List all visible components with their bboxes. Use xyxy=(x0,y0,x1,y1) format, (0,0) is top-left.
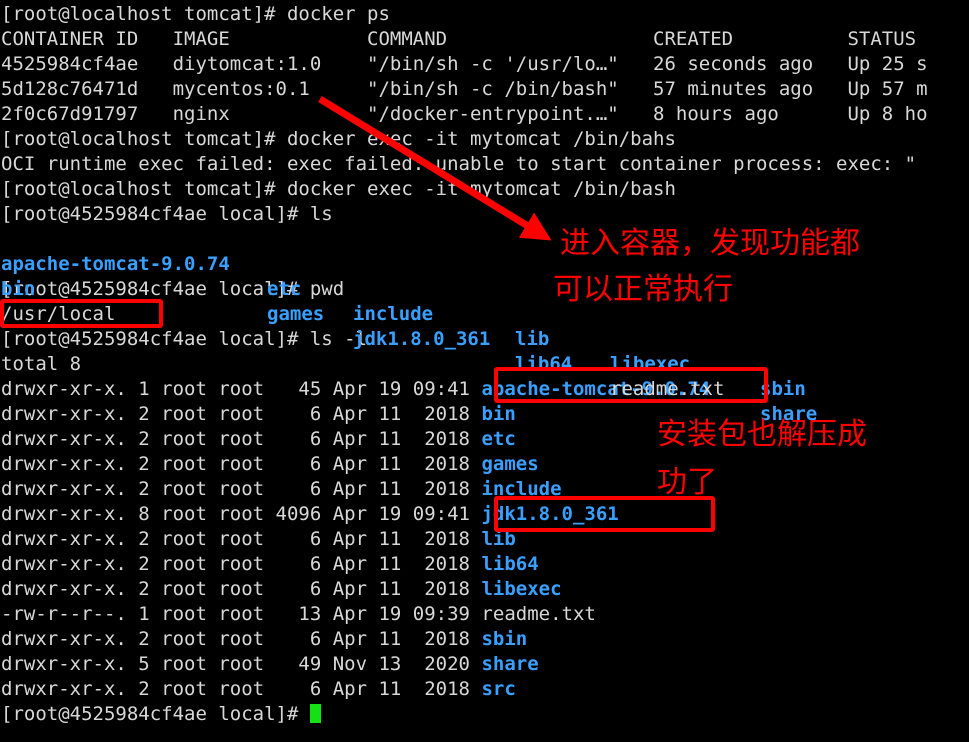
terminal-line-prompt-ls: [root@4525984cf4ae local]# ls xyxy=(0,202,969,227)
line-meta: drwxr-xr-x. 1 root root 45 Apr 19 09:41 xyxy=(1,378,482,400)
terminal-line-lsl-etc: drwxr-xr-x. 2 root root 6 Apr 11 2018 et… xyxy=(0,427,969,452)
terminal-line-ls-row1: apache-tomcat-9.0.74 etc include lib lib… xyxy=(0,227,969,400)
line-text: [root@localhost tomcat]# docker ps xyxy=(1,3,390,25)
line-meta: drwxr-xr-x. 2 root root 6 Apr 11 2018 xyxy=(1,428,482,450)
ls-entry-libexec: libexec xyxy=(610,353,691,375)
line-meta: drwxr-xr-x. 2 root root 6 Apr 11 2018 xyxy=(1,578,482,600)
line-text: 4525984cf4ae diytomcat:1.0 "/bin/sh -c '… xyxy=(1,53,928,75)
ls-entry-share: share xyxy=(760,403,818,425)
ls-entry-sbin: sbin xyxy=(760,378,806,400)
terminal-line-lsl-lib64: drwxr-xr-x. 2 root root 6 Apr 11 2018 li… xyxy=(0,552,969,577)
terminal-line-lsl-games: drwxr-xr-x. 2 root root 6 Apr 11 2018 ga… xyxy=(0,452,969,477)
terminal-screenshot: [root@localhost tomcat]# docker ps CONTA… xyxy=(0,0,969,742)
lsl-name-etc: etc xyxy=(481,428,516,450)
lsl-name-sbin: sbin xyxy=(481,628,528,650)
ls-entry-games: games xyxy=(267,303,325,325)
line-text: 2f0c67d91797 nginx "/docker-entrypoint.…… xyxy=(1,103,928,125)
terminal-line-lsl-apache-tomcat: drwxr-xr-x. 1 root root 45 Apr 19 09:41 … xyxy=(0,377,969,402)
ls-entry-lib: lib xyxy=(515,328,550,350)
lsl-name-lib: lib xyxy=(481,528,516,550)
terminal-line-container-nginx: 2f0c67d91797 nginx "/docker-entrypoint.…… xyxy=(0,102,969,127)
terminal-line-pwd-output: /usr/local xyxy=(0,302,969,327)
terminal-output[interactable]: [root@localhost tomcat]# docker ps CONTA… xyxy=(0,0,969,742)
lsl-name-libexec: libexec xyxy=(481,578,562,600)
line-meta: drwxr-xr-x. 2 root root 6 Apr 11 2018 xyxy=(1,528,482,550)
terminal-line-docker-ps-header: CONTAINER ID IMAGE COMMAND CREATED STATU… xyxy=(0,27,969,52)
terminal-line-lsl-lib: drwxr-xr-x. 2 root root 6 Apr 11 2018 li… xyxy=(0,527,969,552)
line-text: [root@localhost tomcat]# docker exec -it… xyxy=(1,128,676,150)
line-meta: drwxr-xr-x. 2 root root 6 Apr 11 2018 xyxy=(1,453,482,475)
line-meta: drwxr-xr-x. 2 root root 6 Apr 11 2018 xyxy=(1,628,482,650)
ls-entry-jdk: jdk1.8.0_361 xyxy=(353,328,491,350)
terminal-line-lsl-jdk: drwxr-xr-x. 8 root root 4096 Apr 19 09:4… xyxy=(0,502,969,527)
terminal-line-lsl-src: drwxr-xr-x. 2 root root 6 Apr 11 2018 sr… xyxy=(0,677,969,702)
line-meta: drwxr-xr-x. 2 root root 6 Apr 11 2018 xyxy=(1,478,482,500)
terminal-line-container-diytomcat: 4525984cf4ae diytomcat:1.0 "/bin/sh -c '… xyxy=(0,52,969,77)
terminal-line-lsl-sbin: drwxr-xr-x. 2 root root 6 Apr 11 2018 sb… xyxy=(0,627,969,652)
terminal-line-container-mycentos: 5d128c76471d mycentos:0.1 "/bin/sh -c /b… xyxy=(0,77,969,102)
terminal-line-final-prompt: [root@4525984cf4ae local]# xyxy=(0,702,969,727)
terminal-line-lsl-share: drwxr-xr-x. 5 root root 49 Nov 13 2020 s… xyxy=(0,652,969,677)
line-text: 5d128c76471d mycentos:0.1 "/bin/sh -c /b… xyxy=(1,78,928,100)
line-text: [root@4525984cf4ae local]# ls xyxy=(1,203,333,225)
line-meta: drwxr-xr-x. 2 root root 6 Apr 11 2018 xyxy=(1,403,482,425)
ls-entry-include: include xyxy=(353,303,434,325)
lsl-name-src: src xyxy=(481,678,516,700)
terminal-line-lsl-bin: drwxr-xr-x. 2 root root 6 Apr 11 2018 bi… xyxy=(0,402,969,427)
terminal-line-lsl-libexec: drwxr-xr-x. 2 root root 6 Apr 11 2018 li… xyxy=(0,577,969,602)
lsl-name-jdk: jdk1.8.0_361 xyxy=(481,503,619,525)
lsl-name-bin: bin xyxy=(481,403,516,425)
line-text: [root@localhost tomcat]# docker exec -it… xyxy=(1,178,676,200)
lsl-name-share: share xyxy=(481,653,539,675)
ls-entry-bin: bin xyxy=(1,278,36,300)
line-text: [root@4525984cf4ae local]# xyxy=(1,703,310,725)
terminal-line-lsl-include: drwxr-xr-x. 2 root root 6 Apr 11 2018 in… xyxy=(0,477,969,502)
lsl-name-games: games xyxy=(481,453,539,475)
line-text: CONTAINER ID IMAGE COMMAND CREATED STATU… xyxy=(1,28,917,50)
terminal-line-total: total 8 xyxy=(0,352,969,377)
terminal-line-prompt-exec-bash: [root@localhost tomcat]# docker exec -it… xyxy=(0,177,969,202)
terminal-line-prompt-exec-bahs: [root@localhost tomcat]# docker exec -it… xyxy=(0,127,969,152)
line-meta: drwxr-xr-x. 2 root root 6 Apr 11 2018 xyxy=(1,678,482,700)
line-text: OCI runtime exec failed: exec failed: un… xyxy=(1,153,917,175)
ls-entry-etc: etc xyxy=(267,278,302,300)
line-text: -rw-r--r--. 1 root root 13 Apr 19 09:39 … xyxy=(1,603,596,625)
terminal-line-prompt-pwd: [root@4525984cf4ae local]# pwd xyxy=(0,277,969,302)
terminal-line-ls-row2: bin games jdk1.8.0_361 lib64 readme.txt … xyxy=(0,252,969,425)
terminal-line-lsl-readme: -rw-r--r--. 1 root root 13 Apr 19 09:39 … xyxy=(0,602,969,627)
terminal-cursor xyxy=(309,704,321,723)
ls-entry-readme: readme.txt xyxy=(610,378,725,400)
line-meta: drwxr-xr-x. 2 root root 6 Apr 11 2018 xyxy=(1,553,482,575)
ls-entry-lib64: lib64 xyxy=(515,353,573,375)
lsl-name-lib64: lib64 xyxy=(481,553,539,575)
line-meta: drwxr-xr-x. 8 root root 4096 Apr 19 09:4… xyxy=(1,503,482,525)
lsl-name-include: include xyxy=(481,478,562,500)
line-meta: drwxr-xr-x. 5 root root 49 Nov 13 2020 xyxy=(1,653,482,675)
terminal-line-prompt-docker-ps: [root@localhost tomcat]# docker ps xyxy=(0,2,969,27)
terminal-line-oci-error: OCI runtime exec failed: exec failed: un… xyxy=(0,152,969,177)
